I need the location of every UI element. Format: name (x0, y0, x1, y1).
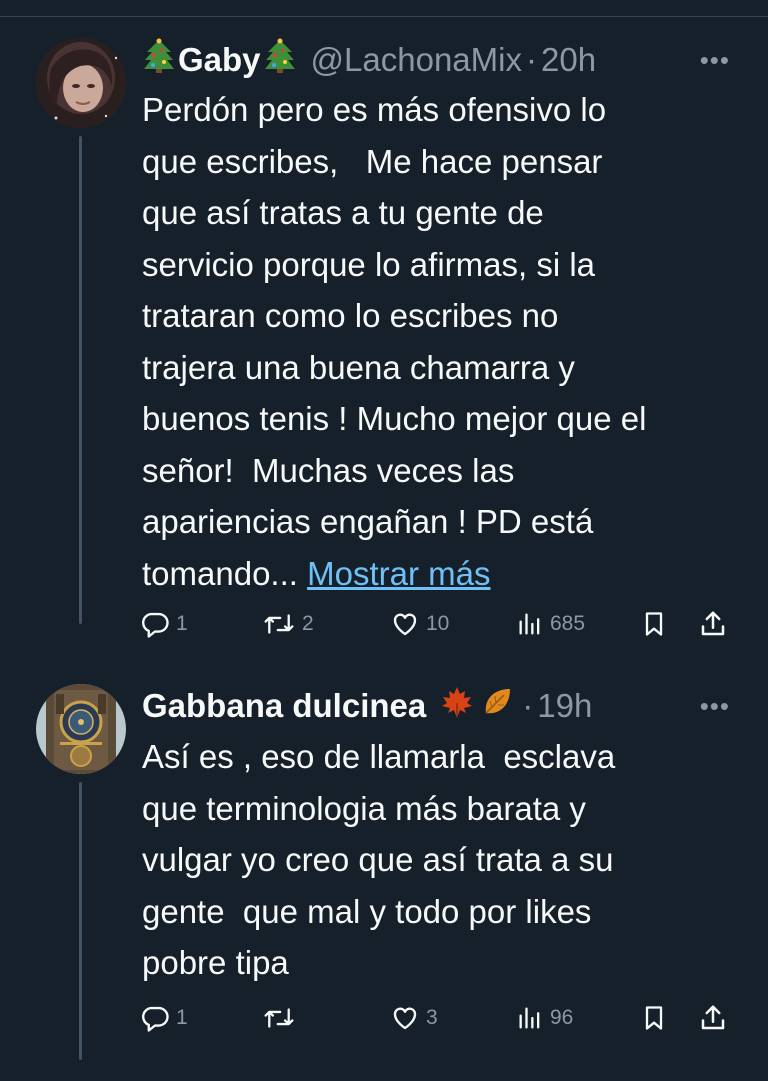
like-count: 10 (426, 612, 450, 635)
thread-line (79, 136, 82, 624)
text-line: que terminologia más barata y (142, 789, 586, 827)
text-line: servicio porque lo afirmas, si la (142, 245, 596, 283)
like-button[interactable]: 3 (390, 998, 438, 1038)
handle[interactable]: @LachonaMix (311, 41, 522, 79)
separator: · (522, 687, 534, 724)
retweet-icon (262, 1003, 296, 1033)
show-more-link[interactable]: Mostrar más (307, 555, 490, 592)
retweet-button[interactable]: 2 (262, 604, 314, 644)
text-line: trajera una buena chamarra y (142, 348, 575, 386)
views-button[interactable]: 96 (516, 998, 573, 1038)
analytics-icon (516, 609, 544, 639)
view-count: 685 (550, 612, 586, 635)
reply-button[interactable]: 1 (140, 998, 188, 1038)
text-line: trataran como lo escribes no (142, 297, 559, 334)
text-line: que escribes, Me hace pensar (142, 142, 603, 180)
avatar-gabbana[interactable] (36, 684, 126, 774)
maple-leaf-icon (440, 685, 474, 727)
more-options-icon[interactable]: ••• (700, 38, 730, 82)
share-button[interactable] (698, 604, 728, 644)
bookmark-button[interactable] (640, 604, 668, 644)
christmas-tree-icon (142, 38, 176, 82)
display-name[interactable]: Gaby (142, 38, 297, 82)
like-button[interactable]: 10 (390, 604, 449, 644)
tweet-header: Gaby @LachonaMix · 20h (142, 38, 596, 82)
top-divider (0, 0, 768, 17)
share-button[interactable] (698, 998, 728, 1038)
tweet-actions: 1 3 96 (140, 998, 740, 1038)
text-line: que así tratas a tu gente de (142, 194, 544, 231)
share-icon (698, 1003, 728, 1033)
view-count: 96 (550, 1006, 574, 1029)
share-icon (698, 609, 728, 639)
bookmark-icon (640, 1003, 668, 1033)
timestamp[interactable]: 20h (541, 41, 596, 79)
text-line-last: tomando... Mostrar más (142, 548, 742, 600)
tweet-text: Perdón pero es más ofensivo lo que escri… (142, 84, 742, 599)
truncated-text: tomando... (142, 554, 298, 592)
tweet-actions: 1 2 10 685 (140, 604, 740, 644)
like-count: 3 (426, 1006, 438, 1029)
views-button[interactable]: 685 (516, 604, 585, 644)
display-name-text: Gabbana dulcinea (142, 687, 427, 724)
text-line: Perdón pero es más ofensivo lo (142, 91, 607, 128)
text-line: gente que mal y todo por likes (142, 892, 592, 930)
reply-icon (140, 609, 170, 639)
bookmark-button[interactable] (640, 998, 668, 1038)
text-line: señor! Muchas veces las (142, 451, 515, 489)
separator: · (526, 41, 537, 78)
heart-icon (390, 609, 420, 639)
text-line: pobre tipa (142, 944, 289, 981)
retweet-count: 2 (302, 612, 314, 635)
reply-icon (140, 1003, 170, 1033)
fallen-leaf-icon (480, 685, 514, 727)
heart-icon (390, 1003, 420, 1033)
text-line: buenos tenis ! Mucho mejor que el (142, 400, 647, 437)
text-line: Así es , eso de llamarla esclava (142, 738, 616, 775)
text-line: apariencias engañan ! PD está (142, 503, 594, 540)
reply-count: 1 (176, 1006, 188, 1029)
retweet-button[interactable] (262, 998, 302, 1038)
avatar-gaby[interactable] (36, 38, 126, 128)
analytics-icon (516, 1003, 544, 1033)
text-line: vulgar yo creo que así trata a su (142, 841, 614, 878)
timestamp[interactable]: 19h (537, 687, 592, 725)
more-options-icon[interactable]: ••• (700, 684, 730, 728)
tweet-header: Gabbana dulcinea · 19h (142, 684, 592, 728)
display-name-text: Gaby (178, 41, 261, 78)
reply-count: 1 (176, 612, 188, 635)
display-name[interactable]: Gabbana dulcinea (142, 685, 514, 727)
bookmark-icon (640, 609, 668, 639)
tweet-text: Así es , eso de llamarla esclava que ter… (142, 731, 742, 989)
christmas-tree-icon (263, 38, 297, 82)
thread-line (79, 782, 82, 1060)
retweet-icon (262, 609, 296, 639)
reply-button[interactable]: 1 (140, 604, 188, 644)
